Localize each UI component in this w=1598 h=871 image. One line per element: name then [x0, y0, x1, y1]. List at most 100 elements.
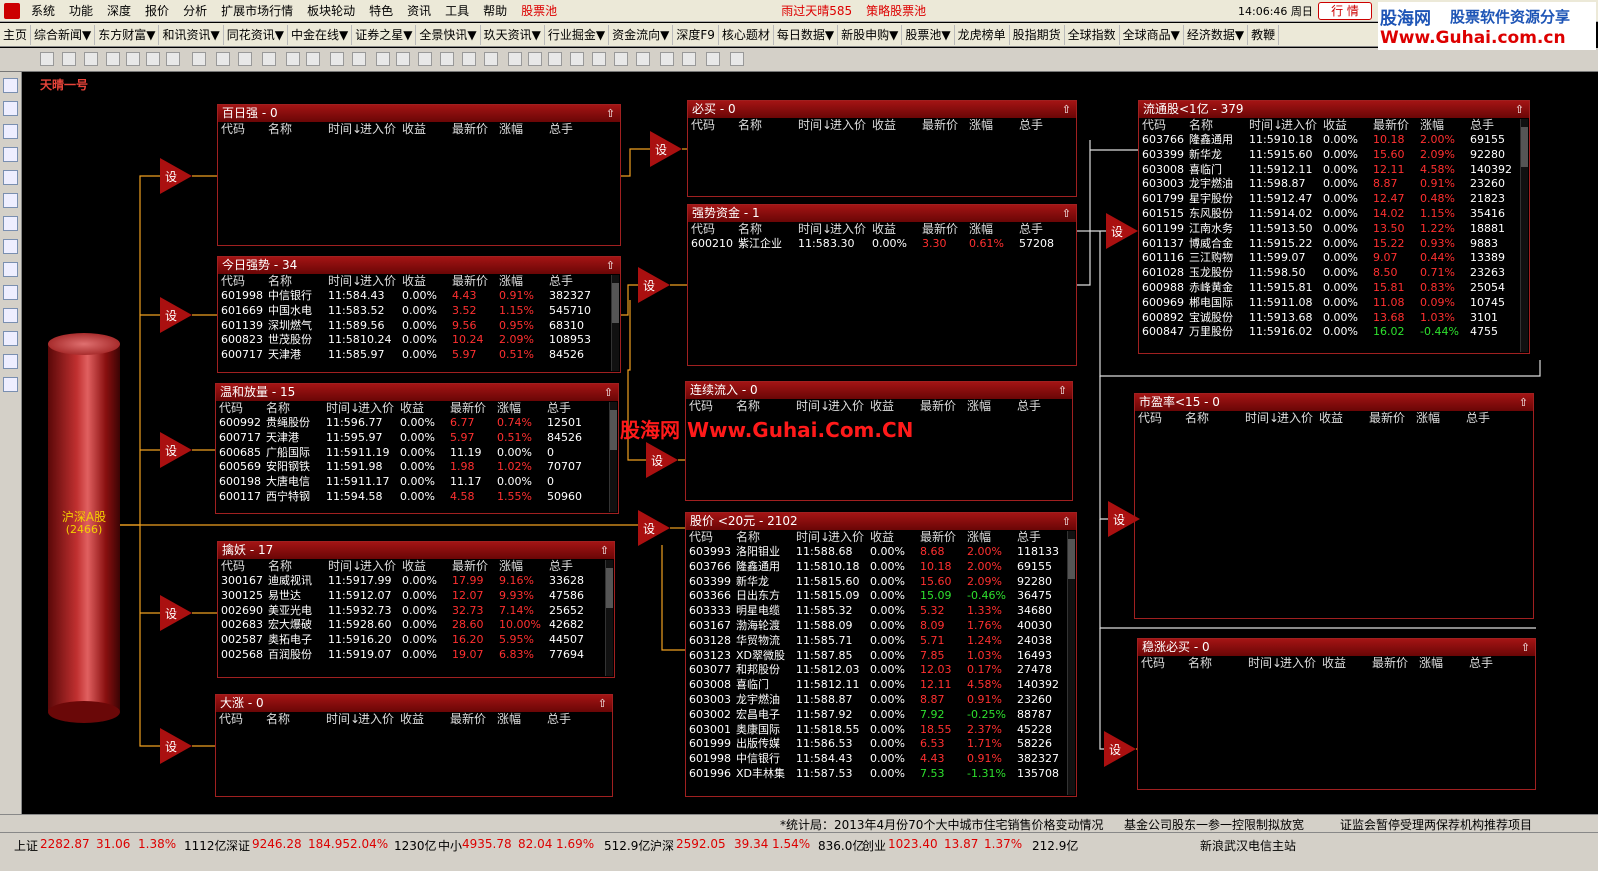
column-header[interactable]: 代码 [689, 399, 736, 414]
down-icon[interactable] [3, 124, 18, 139]
table-row[interactable]: 603993 洛阳钼业 11:58 8.68 0.00% 8.68 2.00% 118133 [686, 545, 1076, 560]
column-header[interactable]: 代码 [221, 122, 268, 137]
menu-function[interactable]: 功能 [62, 2, 100, 19]
column-header[interactable]: 收益 [400, 401, 450, 416]
toolbar-button[interactable]: 综合新闻▼ [31, 24, 96, 45]
brand-banner[interactable]: 股海网 股票软件资源分享 Www.Guhai.com.cn [1378, 2, 1596, 50]
table-row[interactable]: 603766 隆鑫通用 11:59 10.18 0.00% 10.18 2.00% 69155 [1139, 133, 1529, 148]
column-header[interactable]: 涨幅 [499, 122, 549, 137]
table-row[interactable]: 603366 日出东方 11:58 15.09 0.00% 15.09 -0.46% 3647… [686, 589, 1076, 604]
grid-icon[interactable] [462, 52, 476, 66]
scrollbar[interactable] [1520, 119, 1528, 352]
column-header[interactable]: 涨幅 [1419, 656, 1469, 671]
toolbar-button[interactable]: 同花资讯▼ [224, 24, 288, 45]
filter-panel[interactable]: 擒妖 - 17 ⇧ 代码 名称 时间↓ 进入价 收益 最新价 涨幅 总手 300167 迪威视讯 11:… [217, 541, 615, 678]
scrollbar[interactable] [1067, 531, 1075, 795]
column-header[interactable]: 时间↓ [326, 401, 360, 416]
menu-ext-market[interactable]: 扩展市场行情 [214, 2, 300, 19]
toolbar-button[interactable]: 龙虎榜单 [955, 24, 1010, 45]
column-header[interactable]: 时间↓ [796, 530, 830, 545]
column-header[interactable]: 总手 [1017, 399, 1067, 414]
filter-panel[interactable]: 强势资金 - 1 ⇧ 代码 名称 时间↓ 进入价 收益 最新价 涨幅 总手 600210 紫江企业 11… [687, 204, 1077, 366]
column-header[interactable]: 名称 [738, 222, 798, 237]
rect-icon[interactable] [216, 52, 230, 66]
collapse-arrow-icon[interactable]: ⇧ [604, 384, 613, 401]
filter-panel[interactable]: 稳涨必买 - 0 ⇧ 代码 名称 时间↓ 进入价 收益 最新价 涨幅 总手 [1137, 638, 1536, 790]
scrollbar-thumb[interactable] [1068, 539, 1075, 579]
toolbar-button[interactable]: 股指期货 [1010, 24, 1065, 45]
size-icon[interactable] [682, 52, 696, 66]
lock-icon[interactable] [484, 52, 498, 66]
column-header[interactable]: 总手 [549, 274, 599, 289]
column-header[interactable]: 时间↓ [328, 559, 362, 574]
status-news[interactable]: 新浪武汉电信主站 [1200, 837, 1296, 854]
column-header[interactable]: 最新价 [450, 401, 497, 416]
scrollbar-thumb[interactable] [610, 410, 617, 450]
column-header[interactable]: 收益 [872, 222, 922, 237]
new-doc-icon[interactable] [40, 52, 54, 66]
column-header[interactable]: 收益 [402, 559, 452, 574]
table-row[interactable]: 603333 明星电缆 11:58 5.32 0.00% 5.32 1.33% 34680 [686, 604, 1076, 619]
table-row[interactable]: 600210 紫江企业 11:58 3.30 0.00% 3.30 0.61% 57208 [688, 237, 1076, 252]
toolbar-button[interactable]: 主页 [0, 24, 32, 45]
search-icon[interactable] [3, 377, 18, 392]
back-icon[interactable] [3, 78, 18, 93]
column-header[interactable]: 涨幅 [967, 530, 1017, 545]
collapse-arrow-icon[interactable]: ⇧ [606, 105, 615, 122]
filter-panel[interactable]: 百日强 - 0 ⇧ 代码 名称 时间↓ 进入价 收益 最新价 涨幅 总手 [217, 104, 621, 246]
table-row[interactable]: 603128 华贸物流 11:58 5.71 0.00% 5.71 1.24% 24038 [686, 634, 1076, 649]
table-row[interactable]: 603001 奥康国际 11:58 18.55 0.00% 18.55 2.37% 45228 [686, 723, 1076, 738]
column-header[interactable]: 最新价 [920, 530, 967, 545]
column-header[interactable]: 时间↓ [326, 712, 360, 727]
table-row[interactable]: 600117 西宁特钢 11:59 4.58 0.00% 4.58 1.55% 50960 [216, 490, 618, 505]
align-mid-icon[interactable] [614, 52, 628, 66]
column-header[interactable]: 收益 [1319, 411, 1369, 426]
toolbar-button[interactable]: 和讯资讯▼ [159, 24, 224, 45]
ellipse-icon[interactable] [396, 52, 410, 66]
kline-icon[interactable] [3, 216, 18, 231]
align-right-icon[interactable] [570, 52, 584, 66]
zx-value[interactable]: 4935.78 [462, 837, 512, 851]
panel-header[interactable]: 必买 - 0 ⇧ [688, 101, 1076, 118]
panel-header[interactable]: 连续流入 - 0 ⇧ [686, 382, 1072, 399]
table-row[interactable]: 600685 广船国际 11:59 11.19 0.00% 11.19 0.00% 0 [216, 446, 618, 461]
table-row[interactable]: 603766 隆鑫通用 11:58 10.18 0.00% 10.18 2.00% 69155 [686, 560, 1076, 575]
column-header[interactable]: 最新价 [922, 222, 969, 237]
round-rect-icon[interactable] [376, 52, 390, 66]
toolbar-button[interactable]: 全球商品▼ [1120, 24, 1184, 45]
text-icon[interactable] [440, 52, 454, 66]
group-icon[interactable] [706, 52, 720, 66]
toolbar-button[interactable]: 资金流向▼ [609, 24, 674, 45]
diamond-icon[interactable] [418, 52, 432, 66]
column-header[interactable]: 涨幅 [969, 222, 1019, 237]
column-header[interactable]: 总手 [1466, 411, 1516, 426]
column-header[interactable]: 总手 [1017, 530, 1067, 545]
column-header[interactable]: 进入价 [360, 559, 402, 574]
column-header[interactable]: 进入价 [360, 274, 402, 289]
table-row[interactable]: 600198 大唐电信 11:59 11.17 0.00% 11.17 0.00% 0 [216, 475, 618, 490]
sh-value[interactable]: 2282.87 [40, 837, 90, 851]
column-header[interactable]: 代码 [1142, 118, 1189, 133]
open-icon[interactable] [62, 52, 76, 66]
toolbar-button[interactable]: 每日数据▼ [774, 24, 839, 45]
column-header[interactable]: 进入价 [1277, 411, 1319, 426]
table-row[interactable]: 603123 XD翠微股 11:58 7.85 0.00% 7.85 1.03% 16493 [686, 649, 1076, 664]
set-filter-node[interactable]: 设 [1104, 731, 1136, 767]
table-icon[interactable] [306, 52, 320, 66]
toolbar-button[interactable]: 股票池▼ [902, 24, 955, 45]
column-header[interactable]: 总手 [1019, 118, 1069, 133]
menu-stock-pool[interactable]: 股票池 [514, 2, 564, 19]
column-header[interactable]: 名称 [268, 274, 328, 289]
pause-icon[interactable] [146, 52, 160, 66]
scrollbar[interactable] [611, 275, 619, 371]
column-header[interactable]: 收益 [402, 122, 452, 137]
table-row[interactable]: 600988 赤峰黄金 11:59 15.81 0.00% 15.81 0.83% 25054 [1139, 281, 1529, 296]
menu-analysis[interactable]: 分析 [176, 2, 214, 19]
link-strategy-pool[interactable]: 策略股票池 [859, 2, 933, 19]
toolbar-button[interactable]: 中金在线▼ [288, 24, 353, 45]
column-header[interactable]: 进入价 [1280, 656, 1322, 671]
panel-header[interactable]: 股价 <20元 - 2102 ⇧ [686, 513, 1076, 530]
hs-value[interactable]: 2592.05 [676, 837, 726, 851]
align-center-icon[interactable] [548, 52, 562, 66]
filter-panel[interactable]: 市盈率<15 - 0 ⇧ 代码 名称 时间↓ 进入价 收益 最新价 涨幅 总手 [1134, 393, 1534, 619]
